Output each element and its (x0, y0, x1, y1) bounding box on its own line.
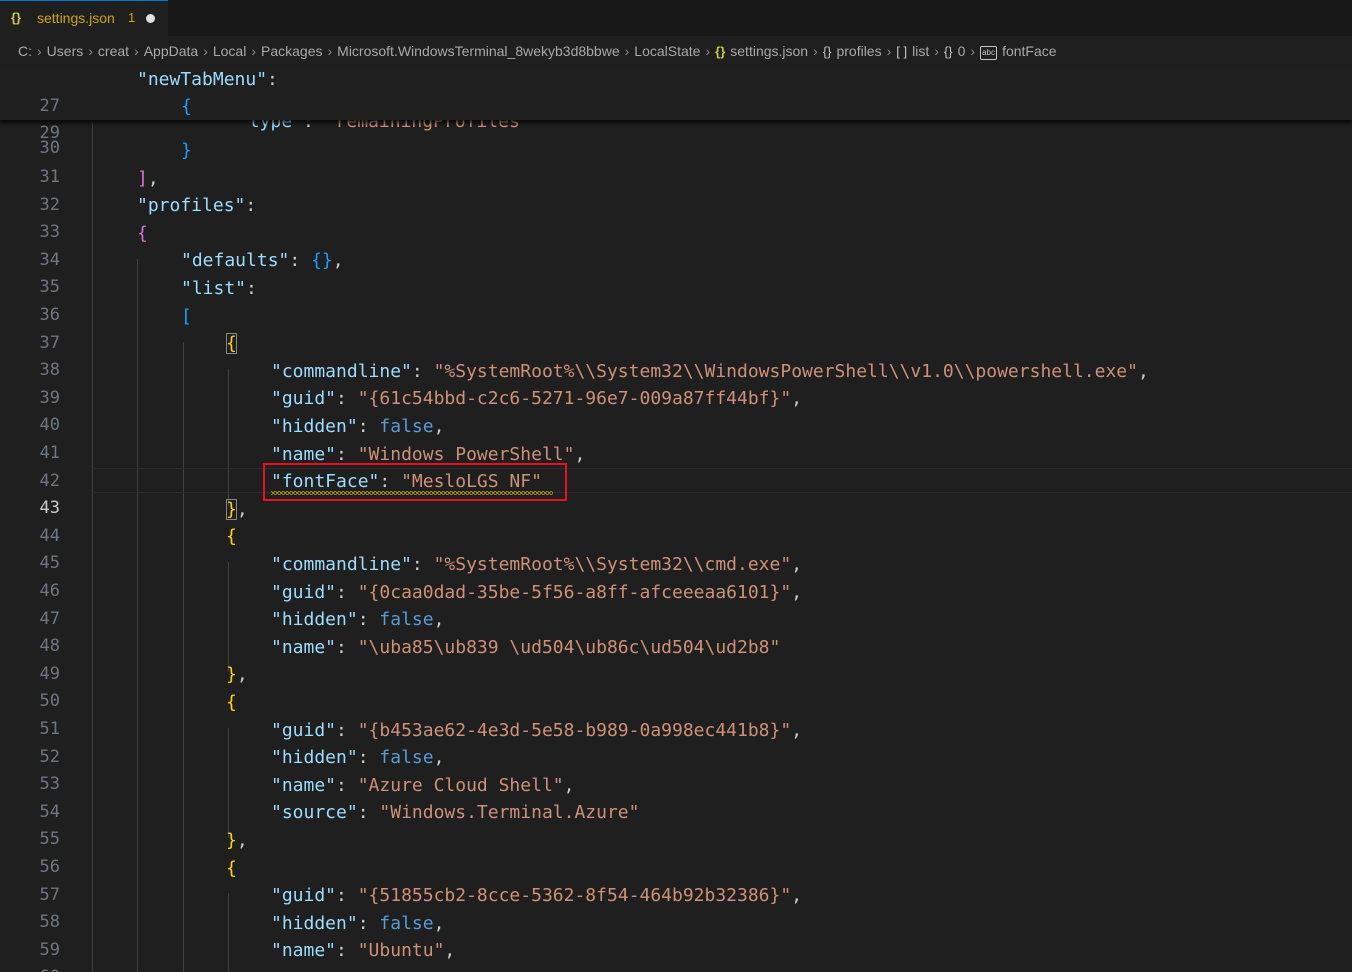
code-line[interactable]: 51 { (0, 689, 1352, 739)
code-line[interactable]: 50 }, (0, 661, 1352, 711)
code-line[interactable]: 40 "guid": "{61c54bbd-c2c6-5271-96e7-009… (0, 385, 1352, 435)
breadcrumb-label: profiles (836, 43, 882, 59)
code-line[interactable]: 46 "commandline": "%SystemRoot%\\System3… (0, 551, 1352, 601)
code-line[interactable]: 32 ], (0, 165, 1352, 215)
code-line[interactable]: 41 "hidden": false, (0, 413, 1352, 463)
array-icon: [ ] (896, 44, 908, 59)
code-line[interactable]: 49 "name": "\uba85\ub839 \ud504\ub86c\ud… (0, 634, 1352, 684)
code-line[interactable]: 34 { (0, 220, 1352, 270)
object-icon: {} (943, 44, 953, 59)
chevron-right-icon: › (203, 43, 208, 59)
breadcrumb-item[interactable]: creat (98, 43, 129, 59)
line-number: 29 (39, 123, 60, 143)
code-line[interactable]: 53 "hidden": false, (0, 744, 1352, 794)
annotation-highlight-box (263, 463, 567, 501)
breadcrumb-item[interactable]: Packages (261, 43, 322, 59)
breadcrumb-label: AppData (143, 43, 199, 59)
code-line[interactable]: 31 } (0, 137, 1352, 187)
breadcrumb-label: Microsoft.WindowsTerminal_8wekyb3d8bbwe (337, 43, 620, 59)
sticky-scroll-header[interactable]: 27 "newTabMenu": 29 { (0, 66, 1352, 143)
chevron-right-icon: › (813, 43, 818, 59)
object-icon: {} (822, 44, 832, 59)
chevron-right-icon: › (251, 43, 256, 59)
code-line[interactable]: 56 }, (0, 827, 1352, 877)
breadcrumb-label: Local (212, 43, 247, 59)
chevron-right-icon: › (327, 43, 333, 59)
code-line[interactable]: 37 [ (0, 303, 1352, 353)
code-line[interactable]: 54 "name": "Azure Cloud Shell", (0, 772, 1352, 822)
sticky-line[interactable]: 27 "newTabMenu": (0, 66, 1352, 116)
breadcrumb-item[interactable]: C: (18, 43, 32, 59)
json-file-icon: {} (11, 10, 22, 25)
breadcrumb-item[interactable]: Users (47, 43, 84, 59)
breadcrumb-label: Users (46, 43, 84, 59)
chevron-right-icon: › (705, 43, 711, 59)
tab-label: settings.json (37, 10, 115, 26)
breadcrumb-item[interactable]: AppData (144, 43, 198, 59)
breadcrumb-label: settings.json (730, 43, 809, 59)
code-line-active[interactable]: 43 "fontFace": "MesloLGS NF" (0, 468, 1352, 518)
code-line[interactable]: 47 "guid": "{0caa0dad-35be-5f56-a8ff-afc… (0, 579, 1352, 629)
breadcrumb-item[interactable]: Local (213, 43, 246, 59)
code-line[interactable]: 45 { (0, 523, 1352, 573)
breadcrumb-label: LocalState (634, 43, 701, 59)
code-line[interactable]: 58 "guid": "{51855cb2-8cce-5362-8f54-464… (0, 882, 1352, 932)
code-line[interactable]: 55 "source": "Windows.Terminal.Azure" (0, 799, 1352, 849)
code-line[interactable]: 59 "hidden": false, (0, 910, 1352, 960)
code-line[interactable]: 36 "list": (0, 275, 1352, 325)
chevron-right-icon: › (970, 43, 976, 59)
code-line[interactable]: 42 "name": "Windows PowerShell", (0, 441, 1352, 491)
breadcrumb-label: fontFace (1002, 43, 1057, 59)
line-number: 60 (0, 964, 60, 972)
code-line[interactable]: 38 { (0, 330, 1352, 380)
code-line[interactable]: 39 "commandline": "%SystemRoot%\\System3… (0, 358, 1352, 408)
editor-tab-bar: {} settings.json 1 (0, 0, 1352, 36)
code-line[interactable]: 44 }, (0, 496, 1352, 546)
chevron-right-icon: › (886, 43, 892, 59)
breadcrumb-label: creat (97, 43, 130, 59)
breadcrumb-item[interactable]: abc fontFace (980, 43, 1057, 60)
code-line[interactable]: 35 "defaults": {}, (0, 247, 1352, 297)
tab-settings-json[interactable]: {} settings.json 1 (0, 0, 168, 36)
string-icon: abc (980, 46, 998, 60)
breadcrumb-item[interactable]: {} profiles (823, 43, 882, 59)
breadcrumb-label: list (912, 43, 930, 59)
breadcrumb-label: C: (18, 43, 32, 59)
breadcrumb-item[interactable]: Microsoft.WindowsTerminal_8wekyb3d8bbwe (337, 43, 619, 59)
json-file-icon: {} (715, 44, 726, 59)
code-line[interactable]: 57 { (0, 855, 1352, 905)
chevron-right-icon: › (934, 43, 939, 59)
sticky-line[interactable]: 29 { (0, 93, 1352, 143)
breadcrumb-label: 0 (957, 43, 966, 59)
chevron-right-icon: › (37, 43, 42, 59)
breadcrumb-label: Packages (261, 43, 323, 59)
code-line[interactable]: 33 "profiles": (0, 192, 1352, 242)
problem-count-badge: 1 (128, 10, 136, 25)
breadcrumb: C: › Users › creat › AppData › Local › Packages › Mi… (0, 36, 1352, 66)
code-line[interactable]: 60 "name": "Ubuntu", (0, 937, 1352, 972)
code-line[interactable]: 52 "guid": "{b453ae62-4e3d-5e58-b989-0a9… (0, 717, 1352, 767)
breadcrumb-item[interactable]: {} 0 (944, 43, 965, 59)
breadcrumb-item[interactable]: [ ] list (896, 43, 929, 59)
breadcrumb-item[interactable]: LocalState (634, 43, 700, 59)
breadcrumb-item[interactable]: {} settings.json (715, 43, 808, 59)
chevron-right-icon: › (134, 43, 139, 59)
chevron-right-icon: › (624, 43, 630, 59)
chevron-right-icon: › (88, 43, 93, 59)
unsaved-dot-icon[interactable] (146, 14, 155, 23)
code-editor[interactable]: 30 "type": "remainingProfiles" 31 } 32 ]… (0, 66, 1352, 972)
code-line[interactable]: 48 "hidden": false, (0, 606, 1352, 656)
